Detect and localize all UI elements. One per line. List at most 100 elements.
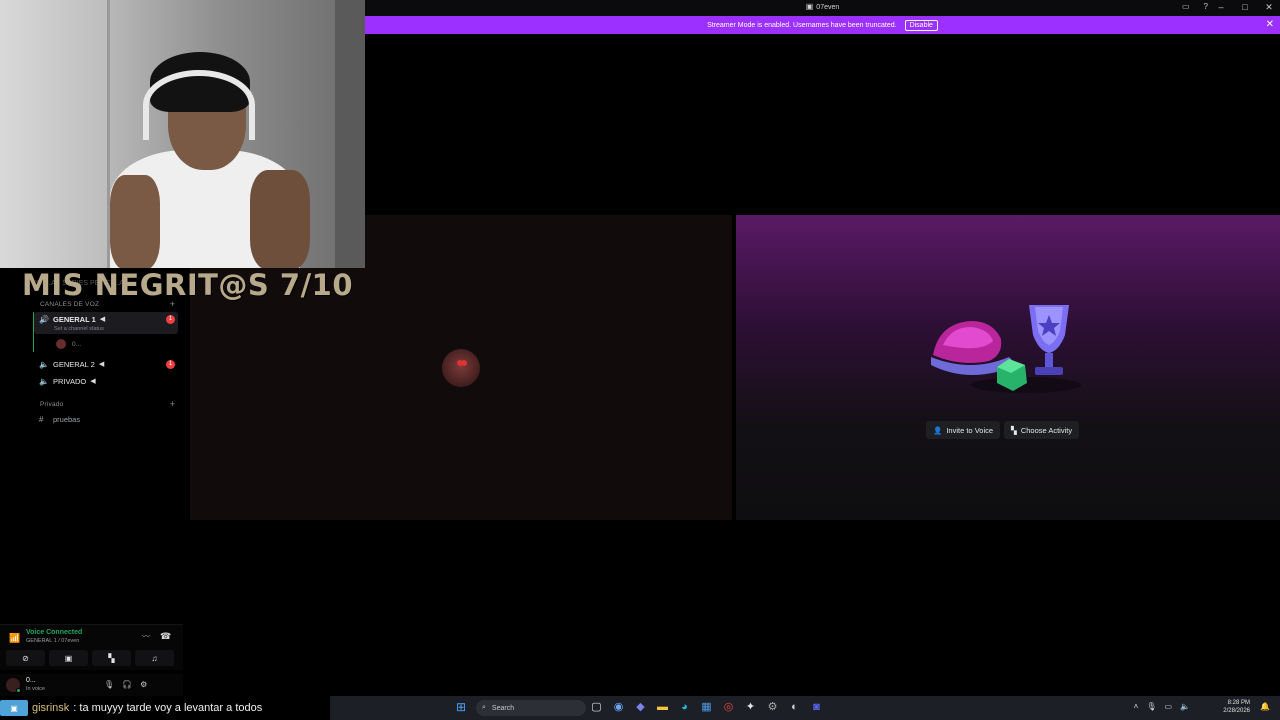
soundboard-icon: ♫	[151, 653, 158, 663]
noise-suppression-icon[interactable]: 〰	[142, 631, 150, 642]
disconnect-icon[interactable]: ☎	[160, 631, 171, 642]
close-banner-icon[interactable]: ✕	[1266, 19, 1274, 30]
webcam-overlay	[0, 0, 365, 268]
add-private-channel-icon[interactable]: +	[170, 399, 175, 409]
voice-connected-title[interactable]: Voice Connected	[26, 629, 82, 636]
system-tray: ˄ 🎙 ▭ 🔈	[1134, 702, 1190, 711]
voice-category[interactable]: CANALES DE VOZ	[40, 301, 99, 308]
server-icon: ▣	[805, 2, 814, 11]
user-avatar	[56, 339, 66, 349]
channel-general-2[interactable]: 🔈 GENERAL 2 ◀ 1	[34, 357, 178, 371]
taskbar-search[interactable]: ⌕ Search	[476, 700, 586, 716]
screen-share-button[interactable]: ▣	[49, 650, 88, 666]
activities-button[interactable]: ▚	[92, 650, 131, 666]
minimize-icon[interactable]: –	[1216, 2, 1226, 13]
streamer-mode-banner: Streamer Mode is enabled. Usernames have…	[365, 16, 1280, 34]
webcam-door	[0, 0, 110, 268]
network-icon[interactable]: ▭	[1164, 702, 1172, 711]
channel-label: pruebas	[53, 414, 81, 424]
voice-user-name: 0...	[72, 340, 82, 348]
volume-icon: ◀	[98, 361, 105, 368]
voice-action-buttons: ⊘ ▣ ▚ ♫	[6, 650, 174, 666]
volume-icon: ◀	[99, 316, 106, 323]
maximize-icon[interactable]: □	[1240, 2, 1250, 13]
discord-icon[interactable]: ◙	[810, 701, 823, 714]
edge-icon[interactable]: ◕	[678, 701, 691, 714]
banner-text: Streamer Mode is enabled. Usernames have…	[707, 21, 897, 29]
user-name[interactable]: 0...	[26, 677, 36, 684]
online-status-dot	[16, 688, 21, 693]
mic-tray-icon[interactable]: 🎙	[1146, 702, 1156, 711]
stream-overlay-title: MIS NEGRIT@S 7/10	[22, 268, 354, 302]
window-titlebar: ▣ 07even ▭ ? – □ ✕	[365, 0, 1280, 16]
webcam-headphones	[143, 70, 255, 140]
disable-streamer-mode-button[interactable]: Disable	[904, 19, 938, 31]
speaker-icon: 🔊	[39, 315, 49, 324]
private-category[interactable]: Privado	[40, 401, 63, 408]
steam-icon[interactable]: ◐	[788, 701, 801, 714]
speaker-tray-icon[interactable]: 🔈	[1180, 702, 1190, 711]
file-explorer-icon[interactable]: ▬	[656, 701, 669, 714]
tile-actions: 👤 Invite to Voice ▚ Choose Activity	[926, 421, 1080, 439]
clock-date: 2/28/2026	[1223, 708, 1250, 714]
clock-time: 8:28 PM	[1227, 700, 1250, 706]
notification-icon[interactable]: 🔔	[1260, 702, 1270, 711]
task-view-icon[interactable]: ▢	[590, 701, 603, 714]
teams-icon[interactable]: ◆	[634, 701, 647, 714]
volume-icon: ◀	[90, 378, 96, 385]
chrome-icon[interactable]: ◎	[722, 701, 735, 714]
copilot-icon[interactable]: ◉	[612, 701, 625, 714]
store-icon[interactable]: ▦	[700, 701, 713, 714]
camera-off-icon: ⊘	[22, 653, 29, 663]
user-status: In voice	[26, 686, 45, 692]
speaker-icon: 🔈	[39, 376, 49, 386]
user-controls: 🎙 🎧 ⚙	[104, 680, 147, 689]
microphone-icon[interactable]: 🎙	[104, 680, 114, 689]
search-placeholder: Search	[491, 704, 515, 712]
activity-grid-icon: ▚	[1011, 425, 1017, 435]
windows-start-icon[interactable]: ⊞	[456, 701, 468, 713]
webcam-arm-left	[110, 175, 160, 268]
help-icon[interactable]: ?	[1204, 2, 1208, 11]
settings-gear-icon[interactable]: ⚙	[140, 680, 147, 689]
channel-status[interactable]: Set a channel status	[54, 326, 104, 332]
game-app-icon[interactable]: ✦	[744, 701, 757, 714]
headphones-icon[interactable]: 🎧	[122, 680, 132, 689]
webcam-arm-right	[250, 170, 310, 268]
activity-tile: 👤 Invite to Voice ▚ Choose Activity	[736, 215, 1280, 520]
invite-label: Invite to Voice	[946, 425, 994, 435]
chat-username: gisrinsk	[32, 702, 70, 714]
activity-label: Choose Activity	[1020, 425, 1073, 435]
user-panel: 0... In voice 🎙 🎧 ⚙	[0, 674, 183, 696]
invite-to-voice-button[interactable]: 👤 Invite to Voice	[926, 421, 1001, 439]
chevron-up-icon[interactable]: ˄	[1134, 702, 1139, 711]
active-channel-indicator	[33, 312, 34, 352]
soundboard-button[interactable]: ♫	[135, 650, 174, 666]
activity-illustration	[931, 305, 1081, 393]
windows-taskbar: ⊞ ⌕ Search ▢ ◉ ◆ ▬ ◕ ▦ ◎ ✦ ⚙ ◐ ◙ ˄ 🎙 ▭ 🔈…	[330, 696, 1280, 720]
signal-icon[interactable]: 📶	[9, 633, 20, 644]
add-user-icon: 👤	[933, 425, 943, 435]
settings-app-icon[interactable]: ⚙	[766, 701, 779, 714]
inbox-icon[interactable]: ▭	[1182, 2, 1190, 11]
window-title: ▣ 07even	[365, 2, 1280, 11]
taskbar-clock[interactable]: 8:28 PM 2/28/2026	[1223, 699, 1250, 715]
hash-icon: #	[39, 414, 44, 424]
channel-privado[interactable]: 🔈 PRIVADO ◀	[34, 374, 178, 388]
search-icon: ⌕	[482, 704, 486, 711]
titlebar-tools: ▭ ?	[1182, 2, 1208, 11]
voice-connected-subtitle[interactable]: GENERAL 1 / 07even	[26, 638, 79, 644]
stream-chat-message: ▣ gisrinsk : ta muyyy tarde voy a levant…	[0, 698, 262, 718]
channel-label: PRIVADO	[53, 376, 87, 386]
window-controls: – □ ✕	[1216, 2, 1274, 13]
participant-avatar	[442, 349, 480, 387]
channel-pruebas[interactable]: # pruebas	[34, 412, 178, 426]
chat-badge-icon: ▣	[0, 700, 28, 716]
mention-badge: 1	[166, 315, 175, 324]
choose-activity-button[interactable]: ▚ Choose Activity	[1004, 421, 1080, 439]
close-window-icon[interactable]: ✕	[1264, 2, 1274, 13]
voice-channel-user[interactable]: 0...	[56, 339, 81, 349]
channel-label: GENERAL 2	[53, 359, 95, 369]
activities-icon: ▚	[108, 653, 115, 663]
camera-off-button[interactable]: ⊘	[6, 650, 45, 666]
